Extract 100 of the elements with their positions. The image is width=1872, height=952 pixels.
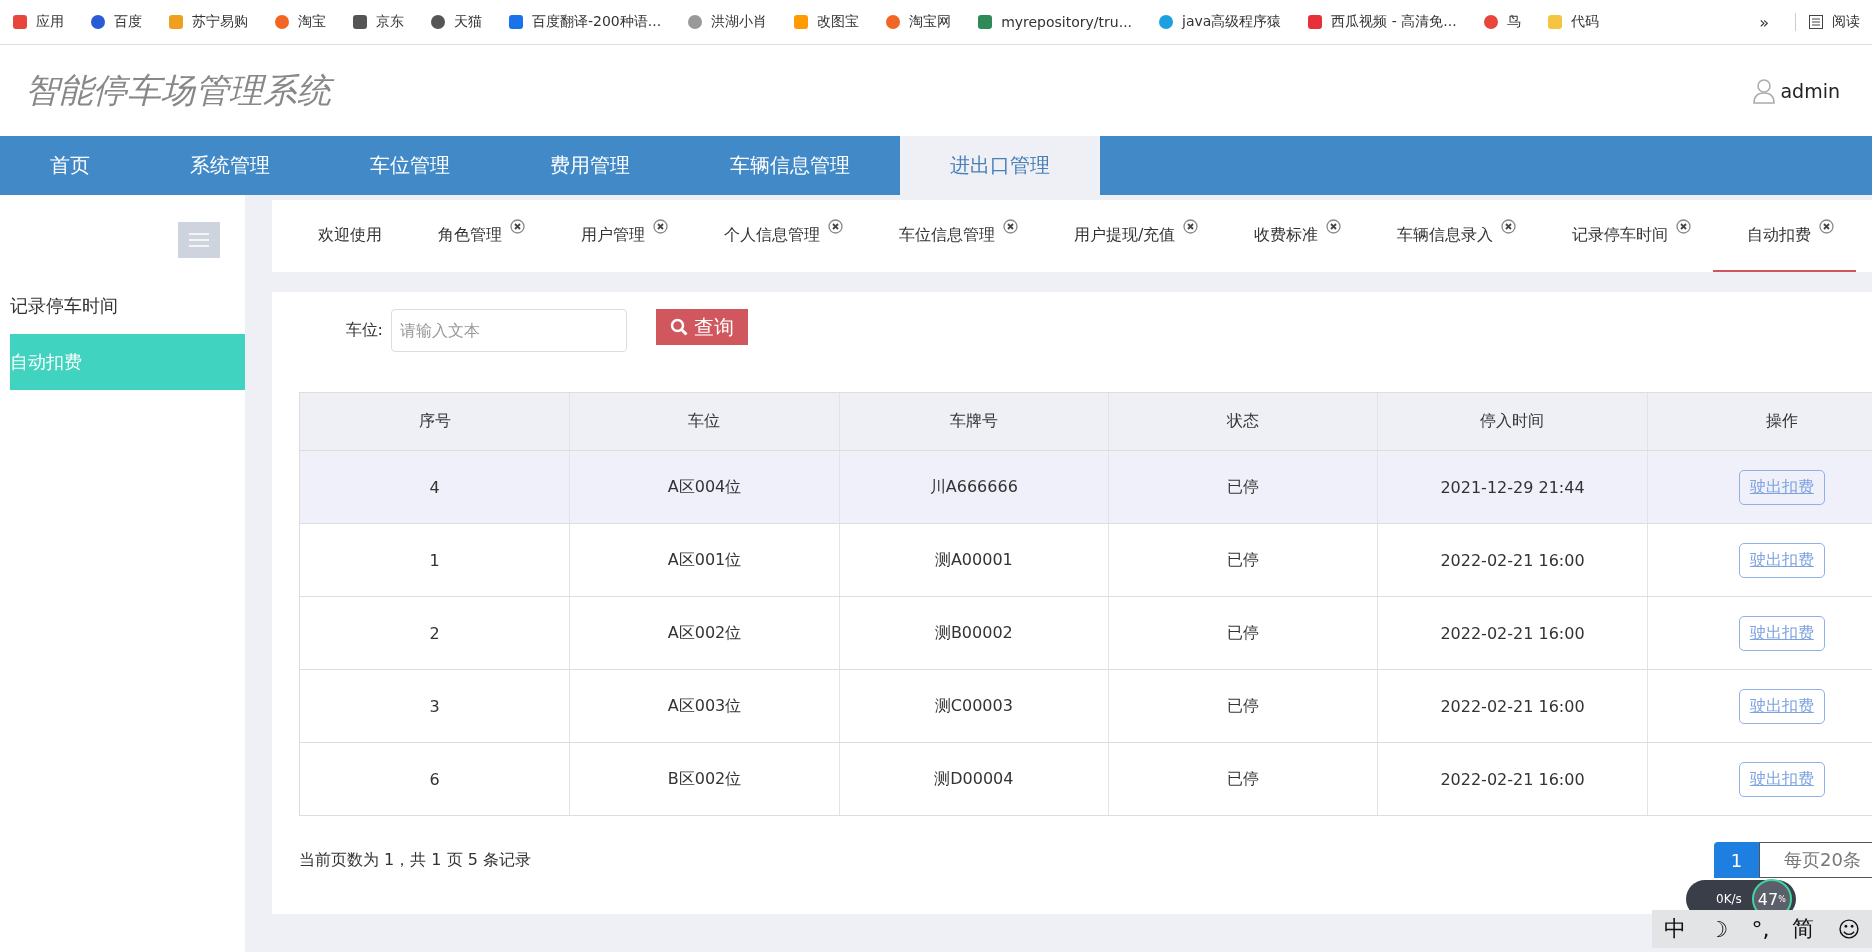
bookmark-link[interactable]: 淘宝网 [885, 13, 952, 31]
bookmark-link[interactable]: 苏宁易购 [168, 13, 248, 31]
search-button[interactable]: 查询 [656, 309, 748, 345]
table-row[interactable]: 4 A区004位 川A666666 已停 2021-12-29 21:44 驶出扣费 [300, 450, 1872, 523]
table-cell: 已停 [1108, 524, 1378, 596]
table-cell-text: 1 [428, 549, 441, 572]
table-row[interactable]: 2 A区002位 测B00002 已停 2022-02-21 16:00 驶出扣费 [300, 596, 1872, 669]
bookmark-link[interactable]: 京东 [352, 13, 404, 31]
nav-item[interactable]: 进出口管理 [900, 136, 1100, 195]
table-cell: 已停 [1108, 451, 1378, 523]
bookmark-link[interactable]: 天猫 [430, 13, 482, 31]
bookmark-link[interactable]: myrepository/tru... [977, 14, 1133, 30]
close-icon[interactable] [1326, 218, 1342, 234]
table-cell: 已停 [1108, 743, 1378, 815]
list-icon [1808, 14, 1824, 30]
table-cell: 测A00001 [838, 524, 1108, 596]
table-cell: A区004位 [569, 451, 839, 523]
table-cell-text: 6 [428, 768, 441, 791]
tab[interactable]: 记录停车时间 [1538, 200, 1714, 272]
nav-item[interactable]: 车辆信息管理 [680, 136, 900, 195]
menu-icon [189, 233, 209, 247]
page-summary: 当前页数为 1，共 1 页 5 条记录 [299, 849, 531, 871]
bookmark-link[interactable]: 应用 [12, 13, 64, 31]
close-icon[interactable] [1676, 218, 1692, 234]
table-cell-text: 4 [428, 476, 441, 499]
reading-list-button[interactable]: 阅读 [1795, 13, 1860, 31]
ime-key[interactable]: ☺ [1837, 916, 1861, 942]
square-icon [168, 14, 184, 30]
ime-key[interactable]: 中 [1663, 914, 1686, 944]
tab[interactable]: 收费标准 [1220, 200, 1364, 272]
square-icon [793, 14, 810, 30]
table-cell: 2022-02-21 16:00 [1377, 743, 1647, 815]
tab[interactable]: 车辆信息录入 [1363, 200, 1539, 272]
table-cell: 已停 [1108, 670, 1378, 742]
close-icon[interactable] [510, 218, 525, 234]
tab[interactable]: 欢迎使用 [284, 200, 404, 272]
table-cell: 2022-02-21 16:00 [1377, 524, 1647, 596]
close-icon[interactable] [1501, 218, 1517, 234]
circle-icon [90, 14, 106, 30]
square-icon [352, 14, 368, 30]
search-field[interactable]: 请输入文本 [391, 309, 627, 352]
tab[interactable]: 个人信息管理 [690, 200, 865, 272]
table-cell: 测C00003 [838, 670, 1108, 742]
close-icon[interactable] [1003, 218, 1018, 234]
square-icon [12, 14, 28, 30]
user-icon [1752, 77, 1777, 104]
nav-item[interactable]: 系统管理 [140, 136, 320, 195]
table-cell: 2022-02-21 16:00 [1377, 670, 1647, 742]
column-header: 序号 [417, 410, 452, 432]
circle-icon [274, 14, 290, 30]
table-cell: 测D00004 [838, 743, 1108, 815]
close-icon[interactable] [1183, 218, 1199, 234]
close-icon[interactable] [653, 218, 668, 234]
nav-item[interactable]: 车位管理 [320, 136, 500, 195]
table-cell: 川A666666 [838, 451, 1108, 523]
search-icon [670, 318, 688, 336]
bookmark-link[interactable]: 西瓜视频 - 高清免... [1307, 13, 1457, 31]
bookmark-link[interactable]: 百度翻译-200种语... [508, 13, 662, 31]
table-cell: 测B00002 [838, 597, 1108, 669]
bookmark-link[interactable]: 淘宝 [274, 13, 326, 31]
table-row[interactable]: 3 A区003位 测C00003 已停 2022-02-21 16:00 驶出扣费 [300, 669, 1872, 742]
table-row[interactable]: 6 B区002位 测D00004 已停 2022-02-21 16:00 驶出扣费 [300, 742, 1872, 815]
nav-item[interactable]: 首页 [0, 136, 140, 195]
circle-icon [1158, 14, 1175, 30]
bookmark-link[interactable]: 洪湖小肖 [687, 13, 768, 31]
sidebar-item[interactable]: 记录停车时间 [0, 278, 245, 334]
circle-icon [430, 14, 446, 30]
tab[interactable]: 自动扣费 [1713, 200, 1857, 272]
bookmark-link[interactable]: 代码 [1546, 13, 1599, 31]
table-cell: 2022-02-21 16:00 [1377, 597, 1647, 669]
bookmark-link[interactable]: java高级程序猿 [1158, 13, 1282, 31]
page-button[interactable]: 1 [1714, 842, 1760, 878]
close-icon[interactable] [1819, 218, 1835, 234]
nav-item[interactable]: 费用管理 [500, 136, 680, 195]
circle-icon [885, 14, 902, 30]
square-icon [508, 14, 524, 30]
bookmark-link[interactable]: 百度 [90, 13, 142, 31]
table-cell: A区001位 [569, 524, 839, 596]
tab[interactable]: 用户管理 [547, 200, 690, 272]
bookmark-link[interactable]: 改图宝 [793, 13, 860, 31]
ime-key[interactable]: 简 [1792, 914, 1815, 944]
table-cell-text: 3 [428, 695, 441, 718]
tab[interactable]: 用户提现/充值 [1040, 200, 1221, 272]
table-cell: 已停 [1108, 597, 1378, 669]
table-row[interactable]: 1 A区001位 测A00001 已停 2022-02-21 16:00 驶出扣费 [300, 523, 1872, 596]
tab[interactable]: 角色管理 [404, 200, 547, 272]
circle-icon [1482, 14, 1499, 30]
table-cell: 2021-12-29 21:44 [1377, 451, 1647, 523]
page-size-select[interactable]: 每页20条 [1759, 842, 1872, 878]
square-icon [1307, 14, 1324, 30]
more-bookmarks-button[interactable]: » [1759, 12, 1769, 32]
square-icon [977, 14, 994, 30]
field-label: 车位: [344, 320, 384, 341]
bookmark-link[interactable]: 鸟 [1482, 13, 1521, 31]
user-menu[interactable]: admin [1752, 77, 1840, 104]
table-cell-text: 2 [428, 622, 441, 645]
tab[interactable]: 车位信息管理 [865, 200, 1040, 272]
close-icon[interactable] [828, 218, 843, 234]
ime-key[interactable]: °, [1751, 916, 1770, 942]
ime-key[interactable]: ☽ [1708, 916, 1729, 942]
